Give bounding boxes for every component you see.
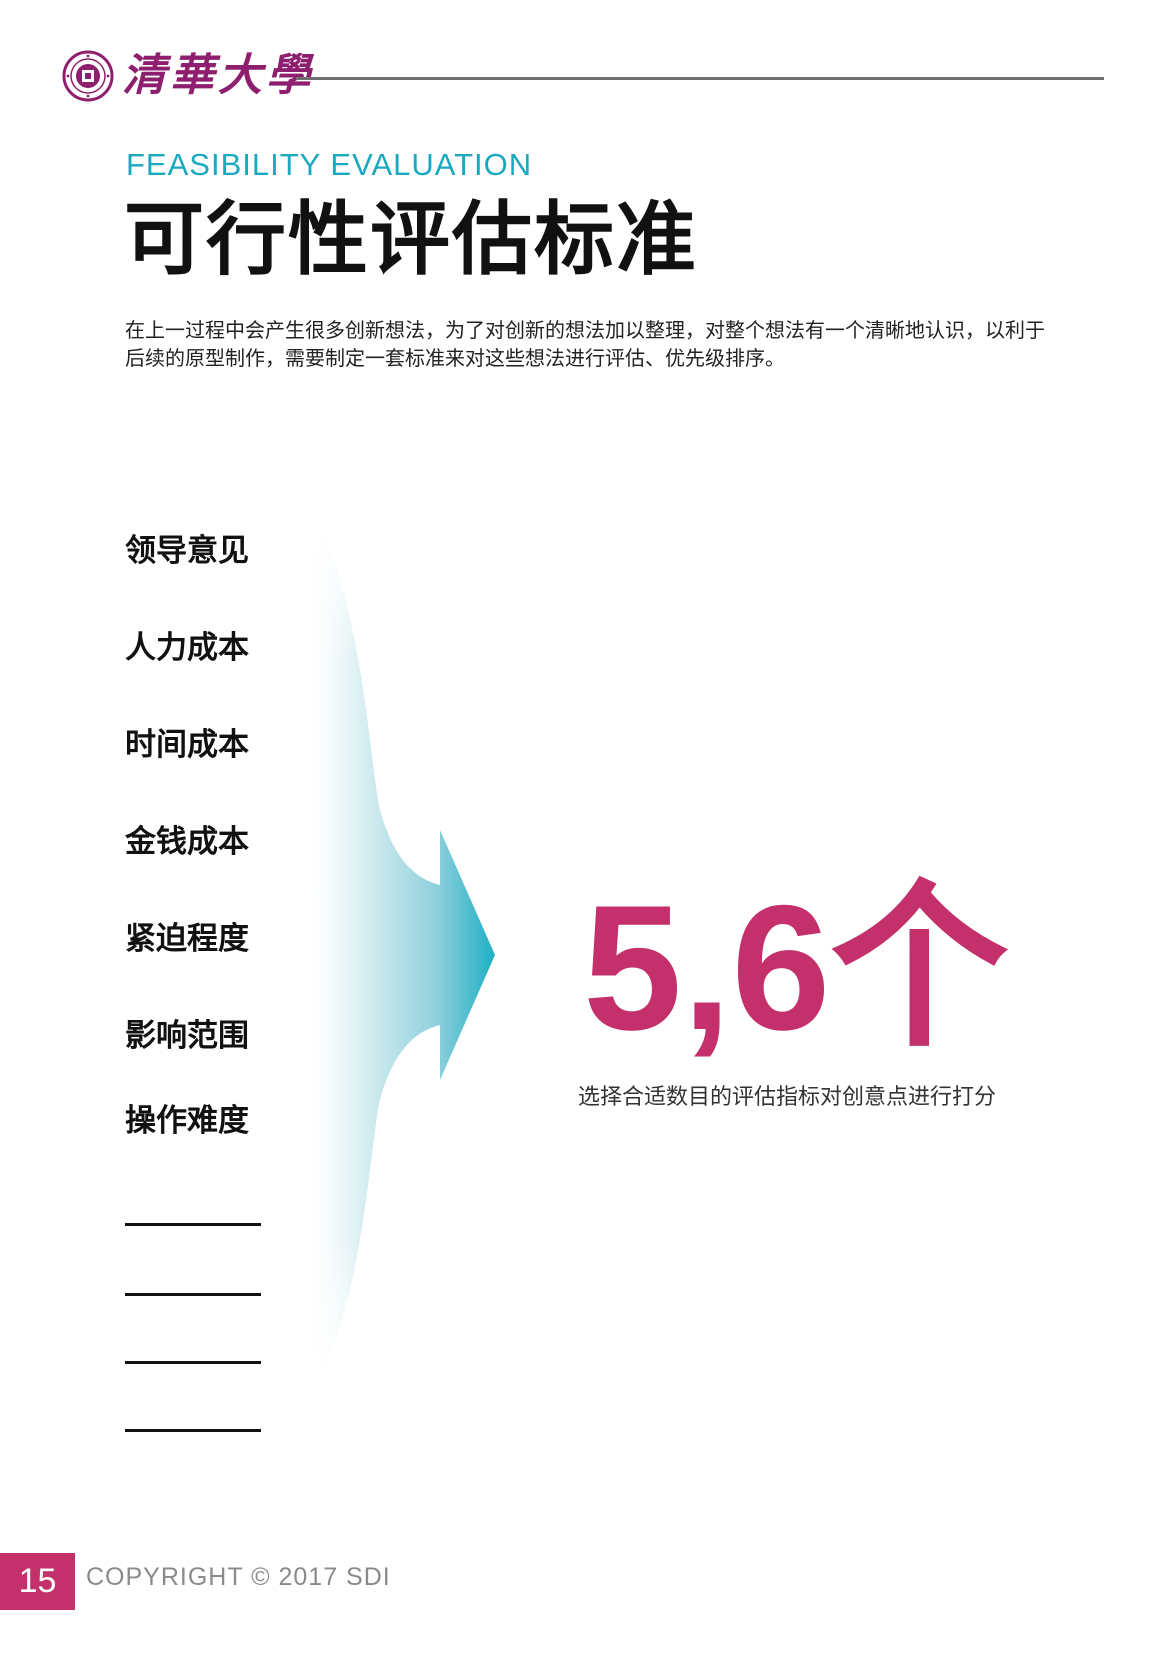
criterion-item: 金钱成本 [125,824,249,860]
recommended-count: 5,6个 [583,868,1009,1067]
page-number: 15 [0,1553,75,1610]
intro-paragraph: 在上一过程中会产生很多创新想法，为了对创新的想法加以整理，对整个想法有一个清晰地… [125,318,1045,370]
flow-arrow-graphic [300,520,520,1400]
copyright-text: COPYRIGHT © 2017 SDI [86,1563,391,1591]
result-caption: 选择合适数目的评估指标对创意点进行打分 [578,1085,997,1110]
tsinghua-seal-icon [62,50,114,102]
university-name: 清華大學 [122,50,314,101]
criterion-item: 紧迫程度 [125,921,249,957]
criterion-item: 领导意见 [125,533,249,569]
criterion-item: 时间成本 [125,727,249,763]
criterion-item: 影响范围 [125,1018,249,1054]
header-divider [296,77,1104,80]
tsinghua-logo: 清華大學 [62,50,314,102]
criterion-item: 人力成本 [125,630,249,666]
blank-criterion-line [125,1361,261,1364]
blank-criterion-line [125,1429,261,1432]
section-subtitle: FEASIBILITY EVALUATION [126,147,533,182]
blank-criterion-line [125,1223,261,1226]
page-title: 可行性评估标准 [124,193,698,286]
criterion-item: 操作难度 [125,1103,249,1139]
blank-criterion-line [125,1293,261,1296]
